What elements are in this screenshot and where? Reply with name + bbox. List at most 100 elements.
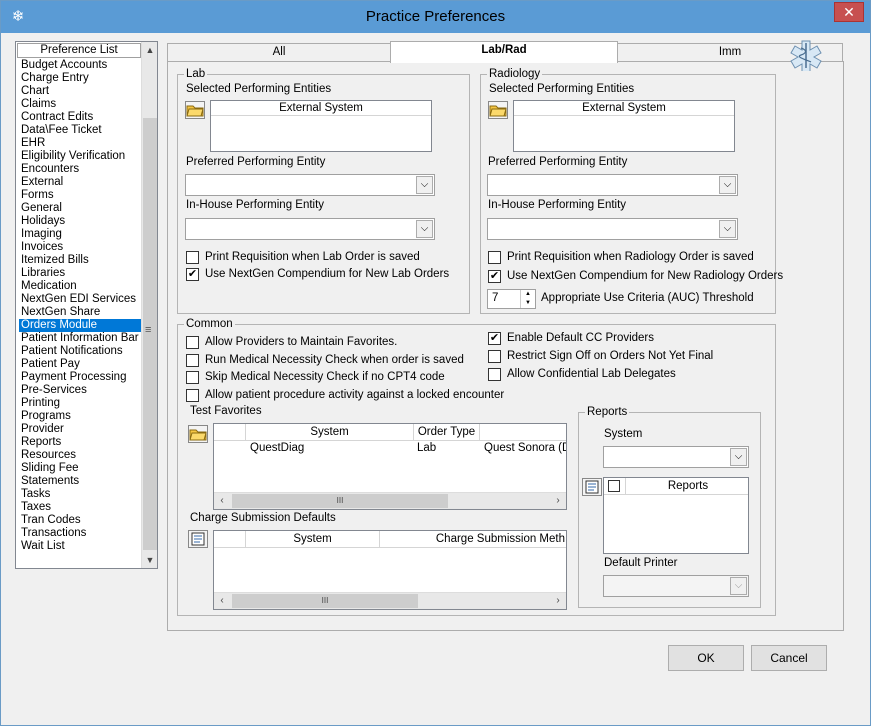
preference-list-item[interactable]: Wait List bbox=[19, 540, 141, 553]
tab-lab-rad[interactable]: Lab/Rad bbox=[390, 41, 618, 63]
chevron-down-icon[interactable]: ⌵ bbox=[730, 577, 747, 595]
preference-list-item[interactable]: Resources bbox=[19, 449, 141, 462]
charge-submission-hscroll[interactable]: ‹ III › bbox=[214, 592, 566, 609]
rad-folder-icon[interactable] bbox=[488, 101, 508, 119]
test-favorites-grid[interactable]: System Order Type QuestDiag Lab Quest So… bbox=[213, 423, 567, 510]
lab-print-requisition-checkbox[interactable] bbox=[186, 251, 199, 264]
spinner-arrows-icon[interactable]: ▲ ▼ bbox=[520, 290, 535, 308]
allow-providers-favorites-checkbox[interactable] bbox=[186, 336, 199, 349]
preference-list-item[interactable]: Orders Module bbox=[19, 319, 141, 332]
preference-list-item[interactable]: General bbox=[19, 202, 141, 215]
reports-column-header[interactable]: Reports bbox=[626, 478, 748, 495]
preference-list-item[interactable]: Patient Notifications bbox=[19, 345, 141, 358]
allow-locked-encounter-checkbox[interactable] bbox=[186, 389, 199, 402]
rad-selected-entities-list[interactable]: External System bbox=[513, 100, 735, 152]
preference-list-item[interactable]: Transactions bbox=[19, 527, 141, 540]
preference-list-item[interactable]: Eligibility Verification bbox=[19, 150, 141, 163]
test-favorite-system-cell[interactable]: QuestDiag bbox=[250, 442, 304, 454]
preference-list-item[interactable]: Encounters bbox=[19, 163, 141, 176]
select-all-checkbox[interactable] bbox=[608, 480, 620, 492]
test-favorites-hscroll[interactable]: ‹ III › bbox=[214, 492, 566, 509]
preference-list-item[interactable]: External bbox=[19, 176, 141, 189]
close-button[interactable]: ✕ bbox=[834, 2, 864, 22]
scroll-right-arrow-icon[interactable]: › bbox=[550, 593, 566, 609]
preference-list-item[interactable]: NextGen Share bbox=[19, 306, 141, 319]
preference-list-item[interactable]: Chart bbox=[19, 85, 141, 98]
preference-list-item[interactable]: Budget Accounts bbox=[19, 59, 141, 72]
preference-list-item[interactable]: Patient Information Bar bbox=[19, 332, 141, 345]
enable-default-cc-checkbox[interactable]: ✔ bbox=[488, 332, 501, 345]
preference-list-item[interactable]: Itemized Bills bbox=[19, 254, 141, 267]
preference-list[interactable]: Preference List Budget Accounts Charge En… bbox=[15, 41, 158, 569]
preference-list-item[interactable]: Invoices bbox=[19, 241, 141, 254]
preference-list-item[interactable]: EHR bbox=[19, 137, 141, 150]
ok-button[interactable]: OK bbox=[668, 645, 744, 671]
lab-preferred-combo[interactable]: ⌵ bbox=[185, 174, 435, 196]
chevron-down-icon[interactable]: ⌵ bbox=[730, 448, 747, 466]
preference-list-item[interactable]: Holidays bbox=[19, 215, 141, 228]
test-favorites-folder-icon[interactable] bbox=[188, 425, 208, 443]
chevron-down-icon[interactable]: ⌵ bbox=[416, 220, 433, 238]
skip-medical-necessity-checkbox[interactable] bbox=[186, 371, 199, 384]
lab-selected-entities-list[interactable]: External System bbox=[210, 100, 432, 152]
rad-external-system-header[interactable]: External System bbox=[514, 101, 734, 116]
tab-all[interactable]: All bbox=[167, 43, 391, 62]
rad-preferred-combo[interactable]: ⌵ bbox=[487, 174, 738, 196]
preference-list-item[interactable]: Statements bbox=[19, 475, 141, 488]
preference-list-item[interactable]: Claims bbox=[19, 98, 141, 111]
test-favorite-order-type-cell[interactable]: Lab bbox=[417, 442, 436, 454]
preference-list-item[interactable]: Taxes bbox=[19, 501, 141, 514]
scroll-down-arrow-icon[interactable]: ▼ bbox=[142, 552, 157, 568]
charge-submission-grid[interactable]: System Charge Submission Meth ‹ III › bbox=[213, 530, 567, 610]
lab-external-system-header[interactable]: External System bbox=[211, 101, 431, 116]
lab-compendium-checkbox[interactable]: ✔ bbox=[186, 268, 199, 281]
confidential-lab-delegates-checkbox[interactable] bbox=[488, 368, 501, 381]
charge-submission-note-icon[interactable] bbox=[188, 530, 208, 548]
preference-list-scrollbar[interactable]: ▲ ≡ ▼ bbox=[141, 42, 157, 568]
preference-list-item[interactable]: NextGen EDI Services bbox=[19, 293, 141, 306]
rad-inhouse-combo[interactable]: ⌵ bbox=[487, 218, 738, 240]
scroll-left-arrow-icon[interactable]: ‹ bbox=[214, 493, 230, 509]
scroll-thumb[interactable]: III bbox=[232, 494, 448, 508]
chevron-down-icon[interactable]: ⌵ bbox=[416, 176, 433, 194]
preference-list-item[interactable]: Reports bbox=[19, 436, 141, 449]
default-printer-combo[interactable]: ⌵ bbox=[603, 575, 749, 597]
scroll-right-arrow-icon[interactable]: › bbox=[550, 493, 566, 509]
scroll-left-arrow-icon[interactable]: ‹ bbox=[214, 593, 230, 609]
preference-list-item[interactable]: Sliding Fee bbox=[19, 462, 141, 475]
test-favorite-extra-cell[interactable]: Quest Sonora (D bbox=[484, 442, 566, 454]
lab-inhouse-combo[interactable]: ⌵ bbox=[185, 218, 435, 240]
auc-threshold-spinner[interactable]: 7 ▲ ▼ bbox=[487, 289, 536, 309]
preference-list-item[interactable]: Imaging bbox=[19, 228, 141, 241]
restrict-sign-off-checkbox[interactable] bbox=[488, 350, 501, 363]
run-medical-necessity-checkbox[interactable] bbox=[186, 354, 199, 367]
preference-list-header[interactable]: Preference List bbox=[17, 43, 141, 58]
chevron-down-icon[interactable]: ⌵ bbox=[719, 220, 736, 238]
lab-folder-icon[interactable] bbox=[185, 101, 205, 119]
reports-system-combo[interactable]: ⌵ bbox=[603, 446, 749, 468]
preference-list-item[interactable]: Data\Fee Ticket bbox=[19, 124, 141, 137]
preference-list-item[interactable]: Tasks bbox=[19, 488, 141, 501]
rad-compendium-checkbox[interactable]: ✔ bbox=[488, 270, 501, 283]
system-column-header[interactable]: System bbox=[246, 531, 380, 548]
preference-list-item[interactable]: Charge Entry bbox=[19, 72, 141, 85]
scroll-up-arrow-icon[interactable]: ▲ bbox=[142, 42, 157, 58]
title-bar[interactable]: ❄ Practice Preferences ✕ bbox=[1, 1, 870, 33]
preference-list-item[interactable]: Pre-Services bbox=[19, 384, 141, 397]
chevron-down-icon[interactable]: ⌵ bbox=[719, 176, 736, 194]
preference-list-item[interactable]: Medication bbox=[19, 280, 141, 293]
auc-threshold-value[interactable]: 7 bbox=[492, 292, 498, 304]
preference-list-item[interactable]: Payment Processing bbox=[19, 371, 141, 384]
preference-list-item[interactable]: Forms bbox=[19, 189, 141, 202]
preference-list-item[interactable]: Tran Codes bbox=[19, 514, 141, 527]
cancel-button[interactable]: Cancel bbox=[751, 645, 827, 671]
preference-list-item[interactable]: Provider bbox=[19, 423, 141, 436]
preference-list-item[interactable]: Libraries bbox=[19, 267, 141, 280]
scroll-thumb[interactable]: III bbox=[232, 594, 418, 608]
preference-list-item[interactable]: Printing bbox=[19, 397, 141, 410]
charge-submission-method-column-header[interactable]: Charge Submission Meth bbox=[380, 531, 566, 548]
preference-list-item[interactable]: Contract Edits bbox=[19, 111, 141, 124]
reports-note-icon[interactable] bbox=[582, 478, 602, 496]
order-type-column-header[interactable]: Order Type bbox=[414, 424, 480, 441]
system-column-header[interactable]: System bbox=[246, 424, 414, 441]
